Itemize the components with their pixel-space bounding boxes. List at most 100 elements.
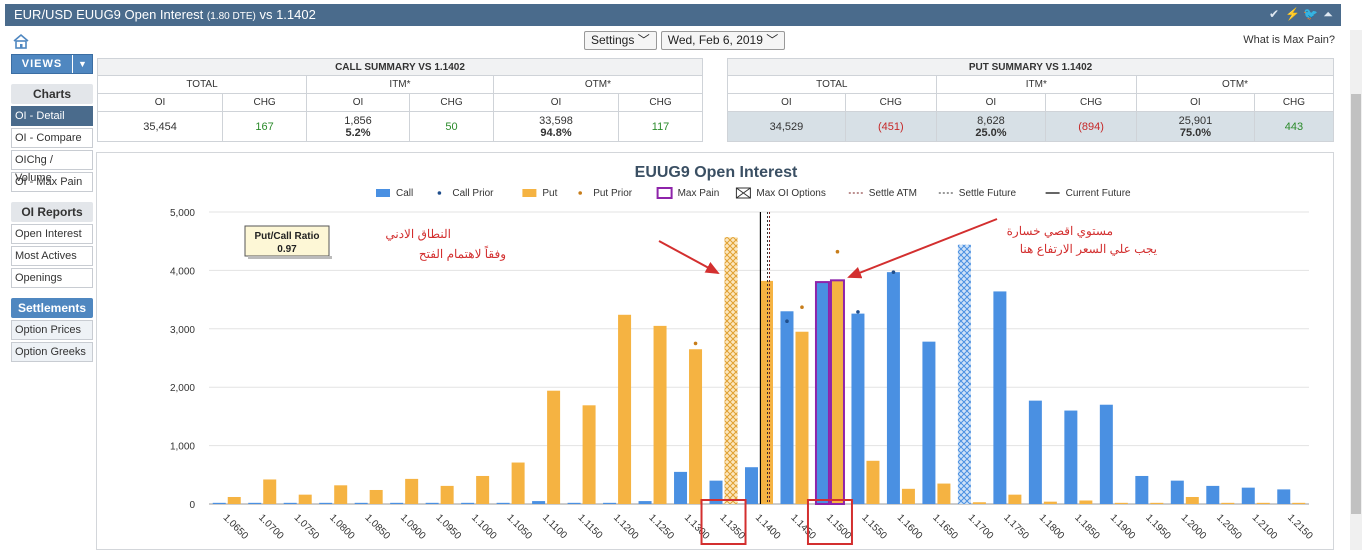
- home-icon[interactable]: [12, 33, 30, 49]
- call-bar: [1064, 410, 1078, 504]
- settings-dropdown[interactable]: Settings ﹀: [584, 31, 657, 50]
- put-otm-chg: 443: [1253, 111, 1335, 142]
- x-tick-label: 1.0700: [256, 512, 286, 542]
- legend-label: Put Prior: [593, 188, 633, 199]
- put-itm-pct: 25.0%: [975, 126, 1007, 139]
- column-header: CHG: [1253, 93, 1335, 112]
- column-header: OI: [96, 93, 224, 112]
- put-otm-oi: 25,901: [1178, 114, 1213, 127]
- group-header: OTM*: [492, 75, 704, 94]
- call-bar: [461, 502, 475, 504]
- put-bar: [689, 349, 703, 504]
- put-bar: [1079, 500, 1093, 504]
- sidebar-item-oi-detail[interactable]: OI - Detail: [11, 106, 93, 126]
- chart-title: EUUG9 Open Interest: [635, 164, 798, 181]
- x-tick-label: 1.1600: [895, 512, 925, 542]
- column-header: OI: [935, 93, 1047, 112]
- call-bar: [532, 501, 546, 504]
- x-tick-label: 1.1150: [575, 512, 604, 541]
- y-tick-label: 5,000: [170, 208, 195, 219]
- x-tick-label: 1.0900: [398, 512, 428, 542]
- sidebar-item-openings[interactable]: Openings: [11, 268, 93, 288]
- put-bar: [972, 502, 986, 504]
- put-bar: [1256, 502, 1270, 504]
- sidebar-item-oi-max-pain[interactable]: OI - Max Pain: [11, 172, 93, 192]
- chevron-down-icon[interactable]: ▼: [72, 55, 92, 73]
- call-bar: [780, 311, 794, 504]
- put-bar: [1043, 501, 1057, 504]
- call-bar: [354, 502, 368, 504]
- window-title-vs: vs 1.1402: [259, 7, 316, 22]
- ratio-label: Put/Call Ratio: [254, 231, 319, 242]
- column-header: OI: [492, 93, 620, 112]
- call-bar: [745, 467, 758, 504]
- x-tick-label: 1.1800: [1037, 512, 1067, 542]
- sidebar-item-option-prices[interactable]: Option Prices: [11, 320, 93, 340]
- put-bar: [334, 485, 348, 504]
- legend-label: Settle ATM: [869, 188, 917, 199]
- put-prior-dot: [835, 249, 840, 254]
- call-prior-dot: [891, 270, 896, 274]
- put-prior-dot: [693, 341, 698, 346]
- call-otm-oi: 33,598: [539, 114, 573, 127]
- call-bar: [1241, 487, 1255, 504]
- page-scrollbar[interactable]: [1350, 30, 1362, 550]
- collapse-icon[interactable]: ⏶: [1321, 7, 1335, 21]
- x-tick-label: 1.0750: [292, 512, 322, 542]
- call-otm-cell: 33,598 94.8%: [492, 111, 620, 142]
- legend-call-swatch: [376, 189, 390, 197]
- date-dropdown[interactable]: Wed, Feb 6, 2019 ﹀: [660, 31, 786, 50]
- sidebar-item-most-actives[interactable]: Most Actives: [11, 246, 93, 266]
- call-bar: [319, 502, 333, 504]
- check-icon[interactable]: ✔: [1267, 7, 1281, 21]
- x-tick-label: 1.1650: [930, 512, 960, 542]
- annotation-left-line2: وفقاً لاهتمام الفتح: [419, 245, 506, 261]
- scrollbar-thumb[interactable]: [1351, 94, 1361, 514]
- call-bar: [886, 272, 900, 504]
- sidebar-item-open-interest[interactable]: Open Interest: [11, 224, 93, 244]
- put-bar: [866, 460, 880, 504]
- put-total-chg: (451): [844, 111, 937, 142]
- sidebar-item-oi-compare[interactable]: OI - Compare: [11, 128, 93, 148]
- legend-max-pain-swatch: [656, 187, 673, 199]
- put-summary-table: PUT SUMMARY VS 1.1402 TOTAL ITM* OTM* OI…: [727, 58, 1335, 142]
- bars: [212, 237, 1306, 505]
- max-pain-help-link[interactable]: What is Max Pain?: [1243, 34, 1335, 46]
- call-itm-oi: 1,856: [344, 114, 372, 127]
- views-button[interactable]: VIEWS ▼: [11, 54, 93, 74]
- legend-label: Settle Future: [959, 188, 1017, 199]
- call-prior-dot: [785, 319, 789, 324]
- chart-panel: EUUG9 Open Interest Call Call Prior Put Put…: [96, 152, 1334, 550]
- x-tick-label: 1.1050: [504, 512, 534, 542]
- twitter-icon[interactable]: 🐦: [1303, 7, 1318, 21]
- legend-put-prior-dot: [578, 191, 582, 195]
- call-bar: [603, 502, 617, 504]
- sidebar-item-option-greeks[interactable]: Option Greeks: [11, 342, 93, 362]
- call-otm-pct: 94.8%: [540, 126, 572, 139]
- open-interest-chart: EUUG9 Open Interest Call Call Prior Put Put…: [170, 164, 1315, 545]
- call-bar: [1028, 400, 1042, 504]
- call-bar: [1170, 480, 1184, 504]
- put-bar: [1114, 502, 1128, 504]
- y-tick-label: 4,000: [170, 266, 195, 277]
- settlements-header: Settlements: [11, 298, 93, 318]
- call-bar: [425, 502, 439, 504]
- date-label: Wed, Feb 6, 2019: [667, 33, 763, 47]
- sidebar-item-oichg-volume[interactable]: OIChg / Volume: [11, 150, 93, 184]
- legend-label: Current Future: [1066, 188, 1131, 199]
- x-tick-label: 1.0950: [434, 512, 464, 542]
- settings-label: Settings: [591, 33, 635, 47]
- put-prior-dot: [800, 305, 804, 309]
- group-header: OTM*: [1136, 75, 1334, 94]
- put-bar: [724, 237, 738, 504]
- window-title-dte: (1.80 DTE): [206, 11, 256, 22]
- legend-call-prior-dot: [437, 191, 442, 195]
- y-tick-label: 3,000: [170, 325, 195, 336]
- column-header: CHG: [618, 93, 703, 112]
- x-tick-label: 1.1500: [824, 512, 854, 542]
- put-itm-cell: 8,628 25.0%: [935, 111, 1047, 142]
- legend-label: Call Prior: [452, 188, 494, 199]
- put-otm-cell: 25,901 75.0%: [1136, 111, 1255, 142]
- lightning-icon[interactable]: ⚡: [1285, 7, 1300, 21]
- call-itm-chg: 50: [409, 111, 494, 142]
